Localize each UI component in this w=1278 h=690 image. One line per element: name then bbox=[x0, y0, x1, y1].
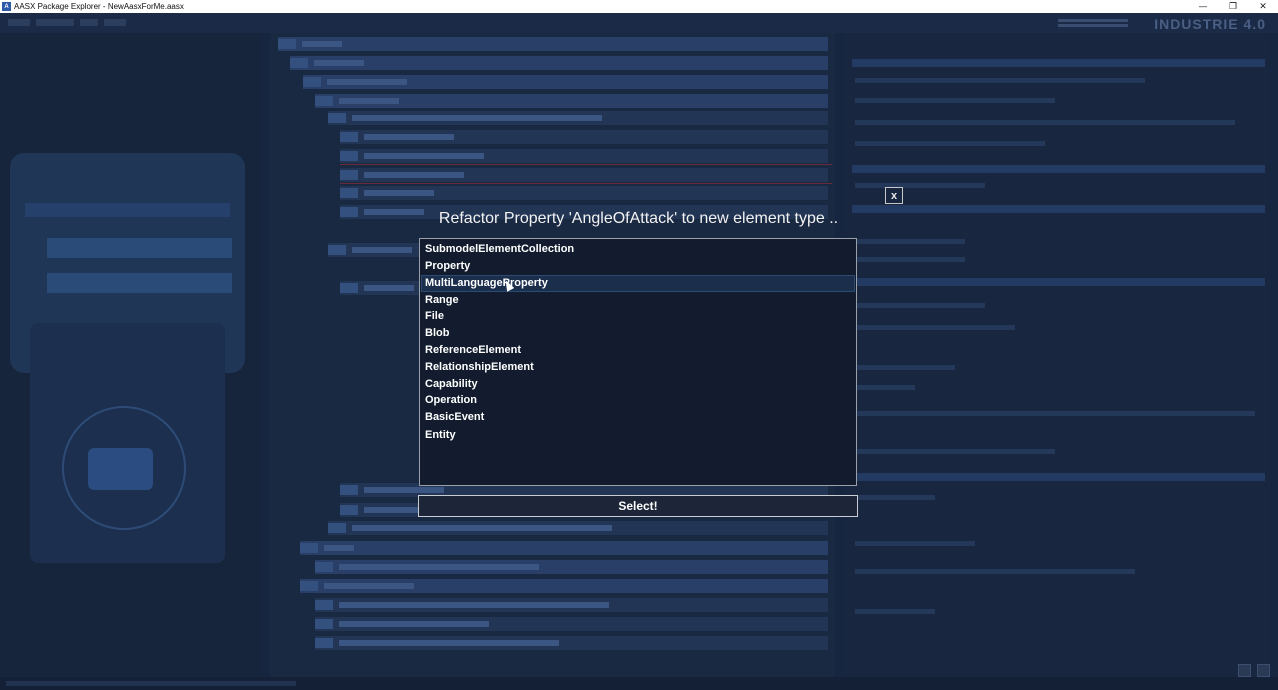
minimize-button[interactable]: — bbox=[1188, 0, 1218, 13]
tree-row bbox=[315, 560, 828, 574]
section-header bbox=[852, 59, 1265, 67]
tree-row bbox=[303, 75, 828, 89]
list-item-submodelelementcollection[interactable]: SubmodelElementCollection bbox=[421, 241, 855, 258]
property-line bbox=[855, 411, 1255, 416]
menu-file bbox=[8, 19, 30, 26]
tree-separator bbox=[340, 164, 832, 165]
list-item-file[interactable]: File bbox=[421, 308, 855, 325]
menu-options bbox=[80, 19, 98, 26]
property-line bbox=[855, 183, 985, 188]
window-title: AASX Package Explorer - NewAasxForMe.aas… bbox=[14, 2, 184, 11]
list-item-operation[interactable]: Operation bbox=[421, 392, 855, 409]
industrie-logo: INDUSTRIE 4.0 bbox=[1154, 16, 1266, 32]
tree-row bbox=[315, 636, 828, 650]
tree-separator bbox=[340, 183, 832, 184]
list-item-referenceelement[interactable]: ReferenceElement bbox=[421, 342, 855, 359]
list-item-capability[interactable]: Capability bbox=[421, 376, 855, 393]
property-line bbox=[855, 449, 1055, 454]
dialog-title: Refactor Property 'AngleOfAttack' to new… bbox=[438, 210, 839, 227]
tree-row bbox=[300, 541, 828, 555]
section-header bbox=[852, 205, 1265, 213]
corner-icons bbox=[1238, 664, 1270, 677]
property-line bbox=[855, 98, 1055, 103]
left-button-2 bbox=[47, 273, 232, 293]
aasx-icon: A bbox=[2, 2, 11, 11]
property-line bbox=[855, 541, 975, 546]
property-line bbox=[855, 257, 965, 262]
section-header bbox=[852, 278, 1265, 286]
section-header bbox=[852, 165, 1265, 173]
select-button[interactable]: Select! bbox=[418, 495, 858, 517]
tree-row bbox=[340, 186, 828, 200]
property-line bbox=[855, 303, 985, 308]
property-line bbox=[855, 239, 965, 244]
section-header bbox=[852, 473, 1265, 481]
close-window-button[interactable]: ✕ bbox=[1248, 0, 1278, 13]
properties-panel bbox=[845, 33, 1270, 690]
property-line bbox=[855, 495, 935, 500]
upload-icon[interactable] bbox=[1257, 664, 1270, 677]
restore-button[interactable]: ❐ bbox=[1218, 0, 1248, 13]
status-bar bbox=[0, 677, 1278, 690]
logo-subtitle bbox=[1058, 19, 1128, 22]
tree-row bbox=[328, 521, 828, 535]
element-type-list[interactable]: SubmodelElementCollection Property Multi… bbox=[419, 238, 857, 486]
window-controls: — ❐ ✕ bbox=[1188, 0, 1278, 13]
list-item-blob[interactable]: Blob bbox=[421, 325, 855, 342]
property-line bbox=[855, 385, 915, 390]
tree-row bbox=[278, 37, 828, 51]
property-line bbox=[855, 325, 1015, 330]
list-item-property[interactable]: Property bbox=[421, 258, 855, 275]
tree-row bbox=[340, 130, 828, 144]
tree-row bbox=[290, 56, 828, 70]
tree-row bbox=[328, 111, 828, 125]
tree-row bbox=[315, 617, 828, 631]
left-field bbox=[25, 203, 230, 217]
menu-workspace bbox=[36, 19, 74, 26]
list-item-multilanguageproperty[interactable]: MultiLanguageProperty bbox=[421, 275, 855, 292]
property-line bbox=[855, 141, 1045, 146]
pause-icon[interactable] bbox=[1238, 664, 1251, 677]
property-line bbox=[855, 365, 955, 370]
property-line bbox=[855, 120, 1235, 125]
title-bar: A AASX Package Explorer - NewAasxForMe.a… bbox=[0, 0, 1278, 13]
tree-row bbox=[340, 149, 828, 163]
list-item-range[interactable]: Range bbox=[421, 292, 855, 309]
property-line bbox=[855, 609, 935, 614]
menu-help bbox=[104, 19, 126, 26]
tree-row bbox=[300, 579, 828, 593]
tree-row bbox=[315, 94, 828, 108]
tree-row bbox=[315, 598, 828, 612]
list-item-entity[interactable]: Entity bbox=[421, 427, 855, 444]
property-line bbox=[855, 78, 1145, 83]
menu-bar: INDUSTRIE 4.0 bbox=[0, 13, 1278, 33]
motor-icon bbox=[88, 448, 153, 490]
property-line bbox=[855, 569, 1135, 574]
close-dialog-button[interactable]: x bbox=[885, 187, 903, 204]
left-button-1 bbox=[47, 238, 232, 258]
tree-row bbox=[340, 168, 828, 182]
list-item-relationshipelement[interactable]: RelationshipElement bbox=[421, 359, 855, 376]
list-item-basicevent[interactable]: BasicEvent bbox=[421, 409, 855, 426]
